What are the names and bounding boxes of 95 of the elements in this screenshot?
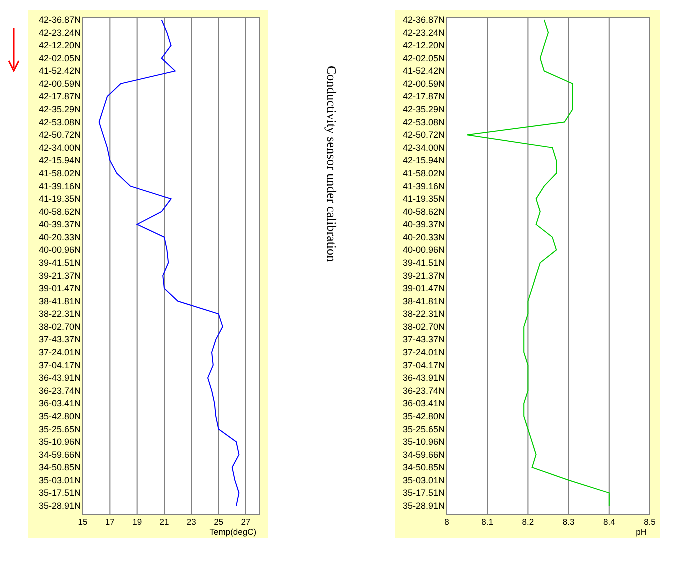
axis-label: 35-10.96N: [402, 437, 445, 448]
axis-label: 42-15.94N: [38, 156, 81, 166]
tick-label: 19: [132, 517, 142, 527]
axis-label: 39-01.47N: [38, 284, 81, 294]
tick-label: 15: [78, 517, 88, 527]
axis-label: 42-15.94N: [402, 156, 445, 166]
axis-label: 42-00.59N: [402, 78, 445, 89]
axis-title: Temp(degC): [210, 527, 257, 537]
axis-label: 42-50.72N: [38, 130, 81, 140]
axis-label: 34-50.85N: [402, 462, 445, 473]
axis-label: 42-00.59N: [38, 78, 81, 89]
axis-label: 35-10.96N: [38, 437, 81, 448]
axis-label: 41-58.02N: [38, 168, 81, 178]
axis-label: 40-20.33N: [38, 232, 81, 242]
tick-label: 21: [160, 517, 170, 527]
tick-label: 8.5: [644, 517, 656, 527]
axis-label: 35-25.65N: [402, 424, 445, 434]
axis-label: 42-53.08N: [38, 117, 81, 128]
axis-label: 40-20.33N: [402, 232, 445, 242]
axis-label: 36-23.74N: [402, 386, 445, 396]
tick-label: 8.3: [562, 517, 575, 527]
axis-label: 42-50.72N: [402, 130, 445, 140]
axis-label: 35-42.80N: [38, 411, 81, 422]
axis-label: 39-41.51N: [38, 258, 81, 268]
axis-label: 37-24.01N: [402, 348, 445, 358]
axis-label: 34-50.85N: [38, 462, 81, 473]
axis-label: 35-28.91N: [38, 501, 81, 511]
axis-label: 36-43.91N: [402, 373, 445, 384]
axis-label: 42-36.87N: [402, 15, 445, 25]
axis-label: 41-52.42N: [38, 66, 81, 76]
axis-label: 37-24.01N: [38, 348, 81, 358]
axis-label: 42-12.20N: [402, 40, 445, 51]
axis-label: 42-34.00N: [38, 142, 81, 153]
axis-label: 34-59.66N: [402, 450, 445, 460]
down-arrow-icon: [8, 28, 20, 72]
axis-label: 41-58.02N: [402, 168, 445, 178]
axis-label: 35-17.51N: [38, 488, 81, 498]
axis-label: 37-43.37N: [402, 334, 445, 345]
axis-label: 42-34.00N: [402, 142, 445, 153]
axis-label: 35-17.51N: [402, 488, 445, 498]
axis-label: 40-39.37N: [402, 220, 445, 230]
axis-label: 39-21.37N: [38, 270, 81, 281]
axis-label: 42-23.24N: [402, 28, 445, 38]
axis-label: 42-12.20N: [38, 40, 81, 51]
axis-label: 39-01.47N: [402, 284, 445, 294]
axis-label: 34-59.66N: [38, 450, 81, 460]
tick-label: 8.1: [482, 517, 494, 527]
axis-label: 41-19.35N: [38, 194, 81, 204]
axis-label: 40-39.37N: [38, 220, 81, 230]
axis-label: 38-22.31N: [38, 309, 81, 320]
axis-label: 42-36.87N: [38, 15, 81, 25]
axis-label: 40-58.62N: [402, 206, 445, 217]
axis-label: 40-00.96N: [402, 245, 445, 256]
axis-label: 36-43.91N: [38, 373, 81, 384]
axis-title: pH: [636, 527, 647, 537]
axis-label: 36-23.74N: [38, 386, 81, 396]
tick-label: 8: [444, 517, 450, 527]
axis-label: 39-41.51N: [402, 258, 445, 268]
axis-label: 35-28.91N: [402, 501, 445, 511]
axis-label: 41-52.42N: [402, 66, 445, 76]
axis-label: 35-03.01N: [402, 475, 445, 486]
tick-label: 8.4: [603, 517, 616, 527]
tick-label: 27: [241, 517, 251, 527]
axis-label: 36-03.41N: [38, 398, 81, 409]
axis-label: 37-43.37N: [38, 334, 81, 345]
axis-label: 42-02.05N: [402, 53, 445, 64]
tick-label: 8.2: [522, 517, 534, 527]
axis-label: 37-04.17N: [402, 360, 445, 370]
axis-label: 38-02.70N: [402, 322, 445, 332]
axis-label: 35-42.80N: [402, 411, 445, 422]
axis-label: 42-53.08N: [402, 117, 445, 128]
axis-label: 40-00.96N: [38, 245, 81, 256]
tick-label: 25: [214, 517, 224, 527]
axis-label: 38-41.81N: [402, 296, 445, 306]
axis-label: 36-03.41N: [402, 398, 445, 409]
axis-label: 38-41.81N: [38, 296, 81, 306]
axis-label: 39-21.37N: [402, 270, 445, 281]
axis-label: 37-04.17N: [38, 360, 81, 370]
axis-label: 42-17.87N: [402, 92, 445, 102]
axis-label: 42-17.87N: [38, 92, 81, 102]
axis-label: 35-25.65N: [38, 424, 81, 434]
tick-label: 23: [186, 517, 196, 527]
tick-label: 17: [105, 517, 115, 527]
axis-label: 38-02.70N: [38, 322, 81, 332]
axis-label: 42-35.29N: [402, 104, 445, 115]
axis-label: 40-58.62N: [38, 206, 81, 217]
axis-label: 35-03.01N: [38, 475, 81, 486]
caption: Conductivity sensor under calibration: [324, 66, 340, 262]
axis-label: 41-39.16N: [402, 181, 445, 192]
axis-label: 42-35.29N: [38, 104, 81, 115]
axis-label: 42-02.05N: [38, 53, 81, 64]
axis-label: 41-19.35N: [402, 194, 445, 204]
axis-label: 42-23.24N: [38, 28, 81, 38]
axis-label: 38-22.31N: [402, 309, 445, 320]
axis-label: 41-39.16N: [38, 181, 81, 192]
